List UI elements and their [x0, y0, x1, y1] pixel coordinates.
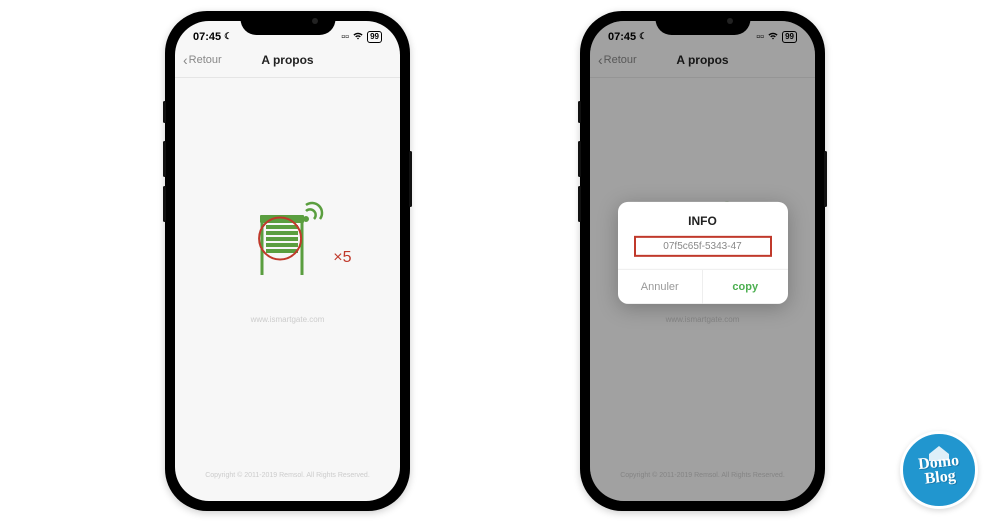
modal-buttons: Annuler copy — [618, 268, 788, 303]
power-button — [409, 151, 412, 207]
tap-count: ×5 — [333, 249, 351, 267]
website-text: www.ismartgate.com — [251, 315, 325, 324]
nav-bar: ‹ Retour A propos — [175, 47, 400, 78]
chevron-left-icon: ‹ — [598, 53, 603, 67]
battery-icon: 99 — [367, 31, 382, 43]
page-title: A propos — [261, 53, 313, 67]
status-time: 07:45 — [608, 31, 636, 43]
cancel-button[interactable]: Annuler — [618, 269, 704, 303]
domoblog-logo: DomoBlog — [900, 431, 978, 509]
volume-up — [578, 141, 581, 177]
mute-switch — [578, 101, 581, 123]
tap-indicator-circle — [258, 216, 302, 260]
power-button — [824, 151, 827, 207]
garage-door-icon[interactable]: ×5 — [248, 197, 328, 287]
status-time: 07:45 — [193, 31, 221, 43]
back-button[interactable]: ‹ Retour — [183, 53, 222, 67]
mute-switch — [163, 101, 166, 123]
status-bar: 07:45 ☾ ▫▫ 99 — [175, 21, 400, 47]
cellular-icon: ▫▫ — [756, 31, 764, 43]
front-camera — [727, 18, 733, 24]
volume-down — [578, 186, 581, 222]
phone-left: 07:45 ☾ ▫▫ 99 ‹ Retour A propos — [165, 11, 410, 511]
copy-button[interactable]: copy — [703, 269, 788, 303]
screen-right: 07:45 ☾ ▫▫ 99 ‹ Retour A propos — [590, 21, 815, 501]
front-camera — [312, 18, 318, 24]
battery-icon: 99 — [782, 31, 797, 43]
volume-up — [163, 141, 166, 177]
back-label: Retour — [189, 54, 222, 66]
phone-right: 07:45 ☾ ▫▫ 99 ‹ Retour A propos — [580, 11, 825, 511]
copyright-text: Copyright © 2011-2019 Remsol. All Rights… — [590, 472, 815, 479]
info-modal: INFO 07f5c65f-5343-47 Annuler copy — [618, 201, 788, 303]
website-text: www.ismartgate.com — [666, 315, 740, 324]
chevron-left-icon: ‹ — [183, 53, 188, 67]
wifi-icon — [352, 31, 364, 43]
logo-text: DomoBlog — [917, 453, 961, 487]
dnd-icon: ☾ — [639, 31, 647, 42]
back-label: Retour — [604, 54, 637, 66]
modal-udid-value: 07f5c65f-5343-47 — [634, 235, 772, 256]
modal-title: INFO — [618, 201, 788, 233]
wifi-icon — [767, 31, 779, 43]
status-bar: 07:45 ☾ ▫▫ 99 — [590, 21, 815, 47]
about-content: ×5 www.ismartgate.com — [175, 21, 400, 501]
page-title: A propos — [676, 53, 728, 67]
nav-bar: ‹ Retour A propos — [590, 47, 815, 78]
volume-down — [163, 186, 166, 222]
dnd-icon: ☾ — [224, 31, 232, 42]
back-button[interactable]: ‹ Retour — [598, 53, 637, 67]
copyright-text: Copyright © 2011-2019 Remsol. All Rights… — [175, 472, 400, 479]
screen-left: 07:45 ☾ ▫▫ 99 ‹ Retour A propos — [175, 21, 400, 501]
cellular-icon: ▫▫ — [341, 31, 349, 43]
